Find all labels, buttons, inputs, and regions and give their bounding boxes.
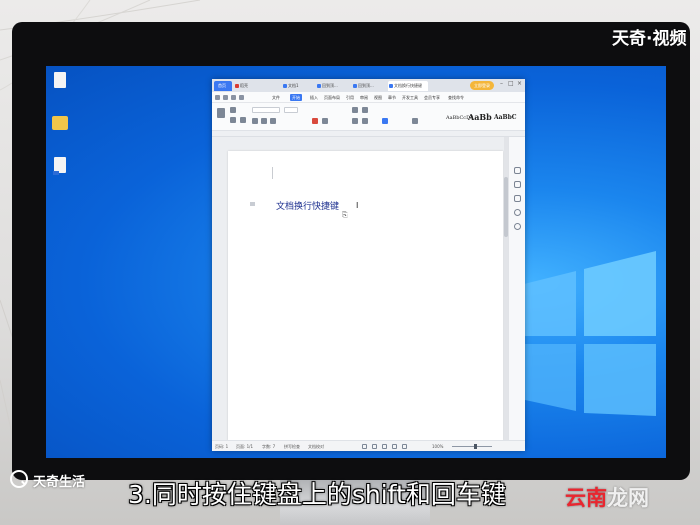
doc-icon — [353, 84, 357, 88]
corner-watermark-part1: 云南 — [565, 486, 607, 510]
status-spell-check[interactable]: 拼写检查 — [284, 443, 300, 450]
desktop-document-icon[interactable] — [52, 157, 68, 175]
settings-icon[interactable] — [514, 223, 521, 230]
doc-icon — [317, 84, 321, 88]
shape-icon[interactable] — [514, 195, 521, 202]
status-pages[interactable]: 页面: 1/1 — [236, 443, 253, 450]
format-painter-icon[interactable] — [240, 117, 246, 123]
minimize-icon[interactable]: – — [500, 80, 503, 87]
select-icon[interactable] — [514, 181, 521, 188]
help-icon[interactable] — [514, 209, 521, 216]
desktop-file-icon[interactable] — [52, 72, 68, 90]
bullets-icon[interactable] — [352, 107, 358, 113]
eye-protection-icon[interactable] — [402, 444, 407, 449]
numbering-icon[interactable] — [362, 107, 368, 113]
document-page[interactable]: 文档换行快捷键 ⎘ I — [228, 151, 503, 441]
text-cursor-icon: I — [356, 201, 359, 210]
status-page[interactable]: 页码: 1 — [215, 443, 228, 450]
line-spacing-icon[interactable] — [412, 118, 418, 124]
ribbon-toolbar: AaBbCcDd AaBb AaBbC — [212, 103, 525, 131]
underline-icon[interactable] — [270, 118, 276, 124]
save-icon[interactable] — [223, 95, 228, 100]
watermark-top-right: 天奇·视频 — [612, 29, 687, 49]
view-web-icon[interactable] — [382, 444, 387, 449]
menu-home[interactable]: 开始 — [290, 94, 302, 101]
corner-watermark-part2: 龙网 — [607, 486, 649, 510]
status-doc-check[interactable]: 文档校对 — [308, 443, 324, 450]
tab-active-document[interactable]: 文档换行快捷键 — [388, 81, 428, 91]
login-button[interactable]: 立即登录 — [470, 81, 494, 90]
tab-docer[interactable]: 稻壳 — [234, 81, 278, 91]
document-text[interactable]: 文档换行快捷键 — [276, 199, 339, 212]
align-left-icon[interactable] — [352, 118, 358, 124]
status-bar: 页码: 1 页面: 1/1 字数: 7 拼写检查 文档校对 100% — [212, 440, 525, 451]
menu-icon[interactable] — [215, 95, 220, 100]
paste-icon[interactable] — [217, 108, 225, 118]
tab-bar: 首页 稻壳 文档1 回到顶... 回到顶... 文档换行快捷键 立即登录 – □… — [212, 79, 525, 92]
menu-member[interactable]: 会员专享 — [424, 94, 440, 101]
menu-sections[interactable]: 章节 — [388, 94, 396, 101]
side-toolbar — [508, 137, 525, 440]
paste-options-icon[interactable]: ⎘ — [342, 211, 348, 220]
cut-icon[interactable] — [230, 107, 236, 113]
bold-icon[interactable] — [252, 118, 258, 124]
menu-view[interactable]: 视图 — [374, 94, 382, 101]
menu-bar: 文件 开始 插入 页面布局 引用 审阅 视图 章节 开发工具 会员专享 查找命令 — [212, 92, 525, 103]
undo-icon[interactable] — [231, 95, 236, 100]
menu-page-layout[interactable]: 页面布局 — [324, 94, 340, 101]
corner-watermark: 云南龙网 — [565, 482, 649, 512]
tab-home[interactable]: 首页 — [214, 81, 232, 91]
view-read-icon[interactable] — [392, 444, 397, 449]
menu-developer[interactable]: 开发工具 — [402, 94, 418, 101]
menu-file[interactable]: 文件 — [272, 94, 280, 101]
copy-icon[interactable] — [230, 117, 236, 123]
zoom-slider[interactable] — [452, 446, 492, 447]
view-page-icon[interactable] — [372, 444, 377, 449]
doc-icon — [283, 84, 287, 88]
menu-review[interactable]: 审阅 — [360, 94, 368, 101]
docer-icon — [235, 84, 239, 88]
tab-document-3[interactable]: 回到顶... — [352, 81, 384, 91]
redo-icon[interactable] — [239, 95, 244, 100]
menu-references[interactable]: 引用 — [346, 94, 354, 101]
maximize-icon[interactable]: □ — [508, 80, 514, 87]
style-heading-2[interactable]: AaBbC — [494, 114, 517, 121]
view-outline-icon[interactable] — [362, 444, 367, 449]
brand-logo-icon — [10, 470, 28, 488]
italic-icon[interactable] — [261, 118, 267, 124]
zoom-slider-knob[interactable] — [474, 444, 477, 449]
tab-document-1[interactable]: 文档1 — [282, 81, 314, 91]
desktop-folder-icon[interactable] — [52, 114, 68, 132]
font-color-icon[interactable] — [312, 118, 318, 124]
menu-insert[interactable]: 插入 — [310, 94, 318, 101]
margin-mark — [272, 167, 273, 179]
menu-search-command[interactable]: 查找命令 — [448, 94, 464, 101]
align-justify-icon[interactable] — [382, 118, 388, 124]
wps-writer-window: 首页 稻壳 文档1 回到顶... 回到顶... 文档换行快捷键 立即登录 – □… — [212, 79, 525, 451]
zoom-level[interactable]: 100% — [432, 443, 443, 450]
document-area: 文档换行快捷键 ⎘ I — [212, 137, 507, 441]
video-subtitle: 3.同时按住键盘上的shift和回车键 — [128, 480, 506, 509]
style-heading-1[interactable]: AaBb — [468, 112, 492, 122]
status-word-count[interactable]: 字数: 7 — [262, 443, 275, 450]
tab-document-2[interactable]: 回到顶... — [316, 81, 348, 91]
pen-icon[interactable] — [514, 167, 521, 174]
highlight-icon[interactable] — [322, 118, 328, 124]
close-icon[interactable]: × — [517, 80, 522, 87]
desktop-screen: 首页 稻壳 文档1 回到顶... 回到顶... 文档换行快捷键 立即登录 – □… — [46, 66, 666, 458]
doc-icon — [389, 84, 393, 88]
font-family-select[interactable] — [252, 107, 280, 113]
font-size-select[interactable] — [284, 107, 298, 113]
paragraph-handle[interactable] — [250, 202, 255, 206]
align-center-icon[interactable] — [362, 118, 368, 124]
windows-logo-wallpaper — [516, 251, 656, 416]
brand-logo-text: 天奇生活 — [33, 475, 86, 490]
